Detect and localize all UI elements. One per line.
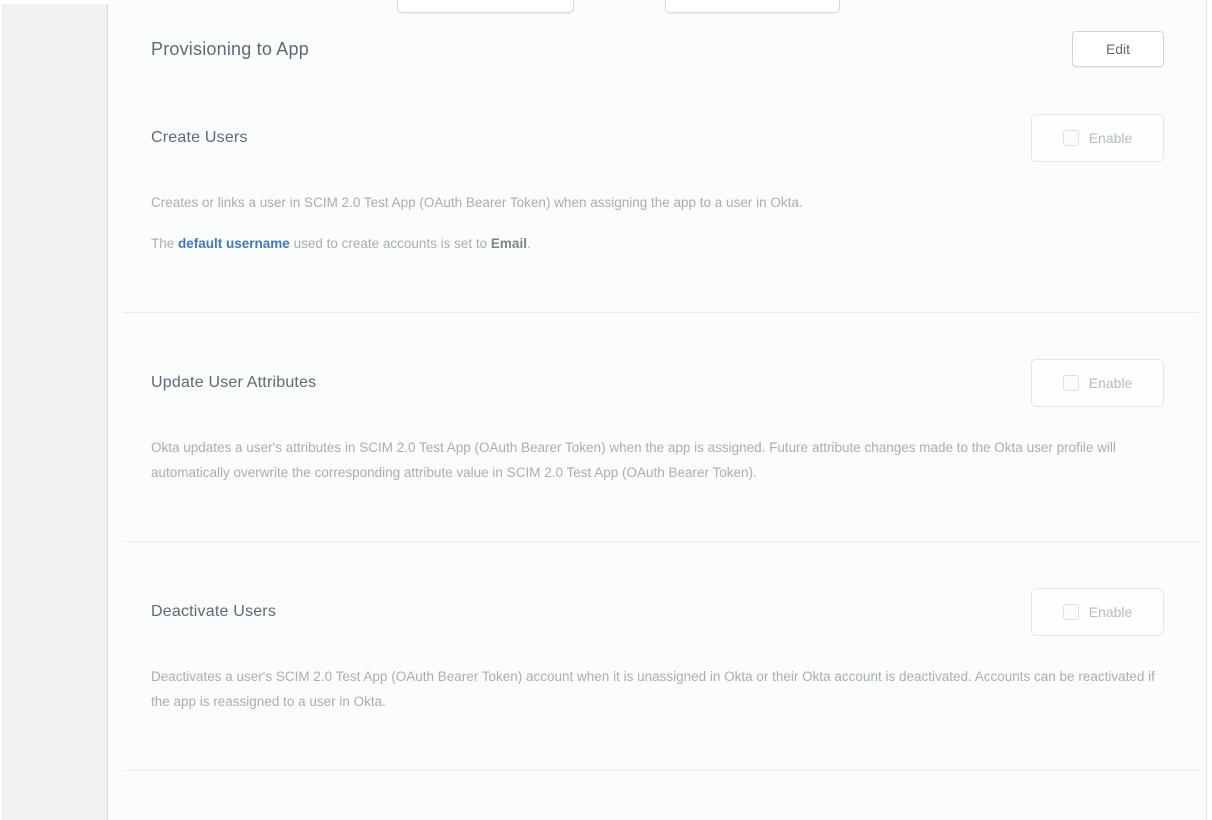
update-attributes-enable-label: Enable: [1089, 375, 1133, 391]
deactivate-users-enable-checkbox[interactable]: [1063, 604, 1079, 620]
username-line-middle: used to create accounts is set to: [290, 236, 491, 251]
create-users-enable-checkbox[interactable]: [1063, 130, 1079, 146]
provisioning-page: Provisioning to App Edit Create Users En…: [0, 0, 1212, 820]
create-users-description: Creates or links a user in SCIM 2.0 Test…: [151, 190, 1164, 215]
section-divider: [123, 541, 1199, 542]
cut-off-button-left[interactable]: [397, 0, 574, 13]
update-attributes-description: Okta updates a user's attributes in SCIM…: [151, 435, 1164, 485]
deactivate-users-enable-button[interactable]: Enable: [1031, 588, 1164, 636]
default-username-link[interactable]: default username: [178, 236, 290, 251]
create-users-heading: Create Users: [151, 129, 248, 147]
content-area: Provisioning to App Edit Create Users En…: [108, 30, 1206, 771]
username-value: Email: [491, 236, 527, 251]
create-users-enable-label: Enable: [1089, 130, 1133, 146]
section-deactivate-users-row: Deactivate Users Enable: [151, 588, 1164, 636]
main-panel: Provisioning to App Edit Create Users En…: [108, 0, 1207, 820]
deactivate-users-heading: Deactivate Users: [151, 603, 276, 621]
page-header: Provisioning to App Edit: [151, 30, 1164, 68]
update-attributes-enable-checkbox[interactable]: [1063, 375, 1079, 391]
section-divider: [123, 770, 1199, 771]
section-divider: [123, 312, 1199, 313]
update-attributes-heading: Update User Attributes: [151, 374, 316, 392]
deactivate-users-description: Deactivates a user's SCIM 2.0 Test App (…: [151, 664, 1164, 714]
section-update-attributes-row: Update User Attributes Enable: [151, 359, 1164, 407]
username-line-suffix: .: [527, 236, 531, 251]
create-users-username-line: The default username used to create acco…: [151, 231, 1164, 256]
edit-button[interactable]: Edit: [1072, 31, 1164, 67]
cut-off-button-right[interactable]: [665, 0, 840, 13]
deactivate-users-enable-label: Enable: [1089, 604, 1133, 620]
create-users-enable-button[interactable]: Enable: [1031, 114, 1164, 162]
update-attributes-enable-button[interactable]: Enable: [1031, 359, 1164, 407]
left-sidebar: [2, 4, 108, 820]
section-create-users-row: Create Users Enable: [151, 114, 1164, 162]
username-line-prefix: The: [151, 236, 178, 251]
page-title: Provisioning to App: [151, 39, 309, 60]
